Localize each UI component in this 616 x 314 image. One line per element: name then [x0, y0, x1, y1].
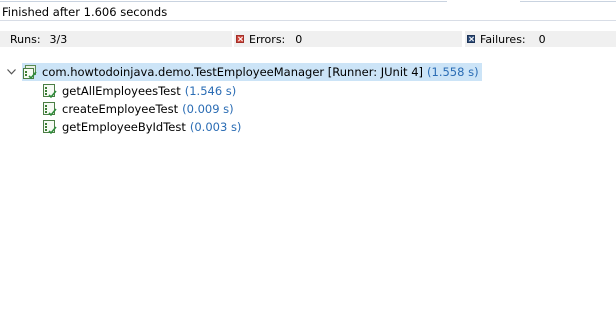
tree-root-row[interactable]: com.howtodoinjava.demo.TestEmployeeManag…	[6, 63, 482, 81]
divider	[0, 20, 616, 21]
errors-value: 0	[295, 32, 303, 46]
tree-root-label: com.howtodoinjava.demo.TestEmployeeManag…	[42, 65, 424, 79]
test-suite-passed-icon	[23, 65, 37, 80]
test-time: (0.003 s)	[189, 120, 242, 134]
test-passed-icon	[43, 84, 57, 99]
error-icon	[236, 35, 244, 43]
test-name: getEmployeeByIdTest	[62, 120, 186, 134]
tree-root-selection[interactable]: com.howtodoinjava.demo.TestEmployeeManag…	[22, 63, 482, 81]
test-passed-icon	[43, 102, 57, 117]
junit-view: Finished after 1.606 seconds Runs: 3/3 E…	[0, 0, 616, 314]
failures-counter: Failures: 0	[465, 31, 616, 47]
errors-label: Errors:	[249, 32, 286, 46]
test-time: (1.546 s)	[184, 84, 237, 98]
runs-label: Runs:	[10, 32, 41, 46]
failures-label: Failures:	[480, 32, 526, 46]
finished-status: Finished after 1.606 seconds	[2, 5, 168, 19]
chevron-down-icon[interactable]	[6, 63, 16, 81]
counters-bar: Runs: 3/3 Errors: 0 Failures: 0	[0, 31, 616, 47]
test-name: getAllEmployeesTest	[62, 84, 181, 98]
runs-value: 3/3	[49, 32, 68, 46]
test-passed-icon	[43, 120, 57, 135]
test-row[interactable]: getAllEmployeesTest (1.546 s)	[42, 82, 236, 100]
failure-icon	[467, 35, 475, 43]
tree-root-time: (1.558 s)	[427, 65, 479, 79]
runs-counter: Runs: 3/3	[0, 31, 232, 47]
test-name: createEmployeeTest	[62, 102, 179, 116]
progress-bar	[0, 0, 616, 4]
test-time: (0.009 s)	[182, 102, 234, 116]
failures-value: 0	[538, 32, 546, 46]
errors-counter: Errors: 0	[234, 31, 462, 47]
test-row[interactable]: getEmployeeByIdTest (0.003 s)	[42, 118, 241, 136]
test-row[interactable]: createEmployeeTest (0.009 s)	[42, 100, 234, 118]
